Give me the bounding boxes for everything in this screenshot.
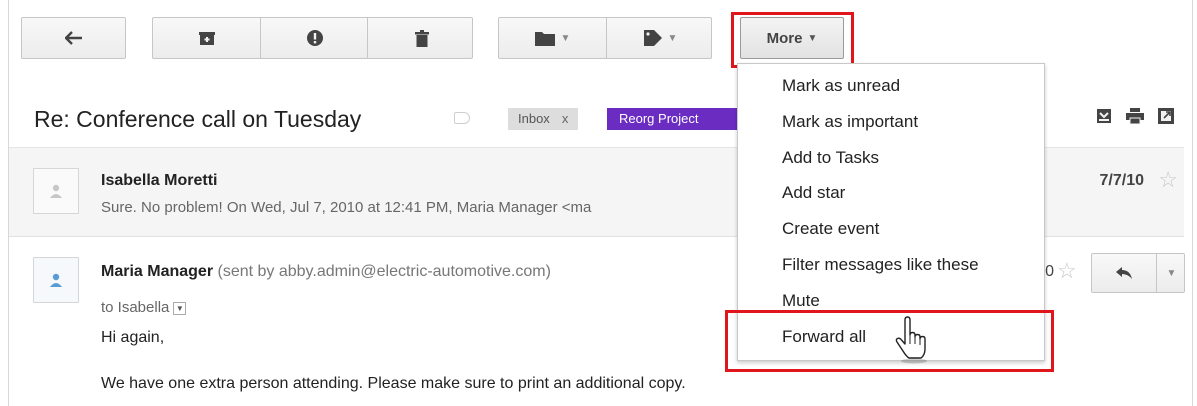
menu-item-forward-all[interactable]: Forward all [738, 319, 1044, 355]
sender-name: Maria Manager [101, 263, 214, 280]
report-spam-button[interactable] [260, 18, 368, 58]
label-tag-icon[interactable] [454, 112, 470, 124]
reply-button-group: ▼ [1091, 253, 1185, 293]
message-body-line: We have one extra person attending. Plea… [101, 375, 686, 392]
recipient-text: to Isabella [101, 299, 170, 316]
back-arrow-icon [64, 31, 82, 45]
menu-item-create-event[interactable]: Create event [738, 211, 1044, 247]
message-snippet: Sure. No problem! On Wed, Jul 7, 2010 at… [101, 199, 592, 216]
star-icon[interactable]: ☆ [1057, 258, 1077, 284]
trash-icon [414, 29, 429, 47]
page-title: Re: Conference call on Tuesday [34, 106, 362, 132]
chevron-down-icon: ▼ [1166, 267, 1177, 279]
menu-item-mute[interactable]: Mute [738, 283, 1044, 319]
message-body-line: Hi again, [101, 329, 165, 346]
reply-options-button[interactable]: ▼ [1156, 254, 1186, 292]
more-menu: Mark as unread Mark as important Add to … [737, 63, 1045, 361]
menu-item-add-to-tasks[interactable]: Add to Tasks [738, 140, 1044, 176]
more-button-label: More [766, 29, 803, 47]
new-window-icon[interactable] [1158, 108, 1174, 124]
more-button[interactable]: More ▼ [740, 17, 844, 59]
remove-label-button[interactable]: x [562, 111, 569, 126]
delete-button[interactable] [367, 18, 475, 58]
archive-button[interactable] [153, 18, 260, 58]
tag-icon [643, 30, 662, 46]
reply-button[interactable] [1092, 254, 1156, 292]
recipient-line: to Isabella ▼ [101, 299, 187, 316]
avatar [33, 168, 79, 214]
avatar [33, 257, 79, 303]
chevron-down-icon: ▼ [807, 32, 818, 44]
label-chip-text: Reorg Project [619, 111, 699, 126]
archive-icon [198, 31, 215, 45]
action-button-group [152, 17, 473, 59]
message-date-partial: 0 [1045, 263, 1054, 280]
person-icon [50, 184, 62, 198]
folder-label-group: ▼ ▼ [498, 17, 712, 59]
label-chip-reorg-project[interactable]: Reorg Project [607, 108, 747, 130]
message-date: 7/7/10 [1099, 172, 1144, 189]
person-icon [50, 273, 62, 287]
folder-icon [534, 31, 555, 46]
hand-cursor-icon [895, 316, 927, 364]
menu-item-filter-messages[interactable]: Filter messages like these [738, 247, 1044, 283]
menu-item-mark-as-unread[interactable]: Mark as unread [738, 68, 1044, 104]
labels-button[interactable]: ▼ [606, 18, 714, 58]
label-chip-inbox[interactable]: Inbox x [508, 108, 579, 130]
expand-all-icon[interactable] [1096, 108, 1112, 124]
menu-item-add-star[interactable]: Add star [738, 175, 1044, 211]
print-icon[interactable] [1126, 108, 1144, 124]
label-chip-text: Inbox [518, 111, 550, 126]
show-details-icon[interactable]: ▼ [173, 301, 187, 315]
menu-item-mark-as-important[interactable]: Mark as important [738, 104, 1044, 140]
reply-icon [1116, 267, 1132, 279]
chevron-down-icon: ▼ [560, 32, 571, 44]
sent-by: (sent by abby.admin@electric-automotive.… [217, 263, 551, 280]
header-actions [1096, 108, 1174, 124]
star-icon[interactable]: ☆ [1158, 167, 1178, 193]
back-button[interactable] [21, 17, 126, 59]
report-spam-icon [306, 30, 323, 46]
sender-line: Maria Manager (sent by abby.admin@electr… [101, 263, 551, 281]
sender-name: Isabella Moretti [101, 172, 218, 189]
move-to-button[interactable]: ▼ [499, 18, 606, 58]
chevron-down-icon: ▼ [667, 32, 678, 44]
